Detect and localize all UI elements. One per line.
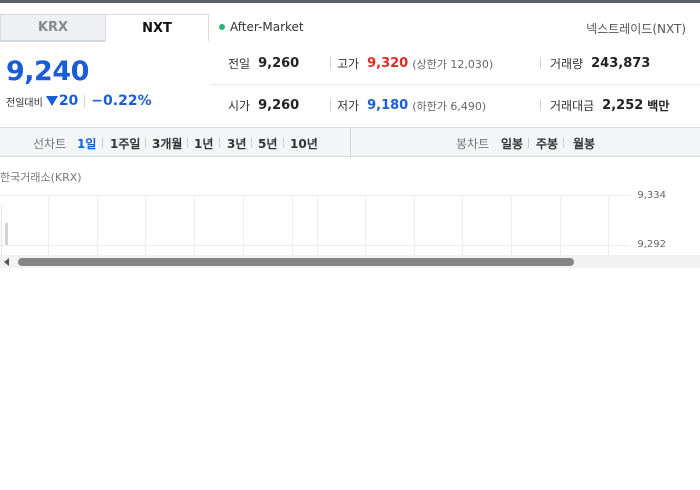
candle-weekly-button[interactable]: 주봉 (536, 135, 558, 152)
stat-label: 고가 (337, 57, 360, 71)
grid-line (0, 195, 630, 196)
stat-value: 243,873 (591, 56, 651, 71)
stat-sub: (하한가 6,490) (412, 99, 487, 113)
line-chart-label: 선차트 (33, 137, 67, 151)
divider (540, 57, 541, 69)
stat-label: 전일 (228, 57, 251, 71)
session-status: After-Market (219, 20, 304, 34)
session-dot-icon (219, 24, 225, 30)
stat-label: 거래대금 (550, 99, 595, 113)
stat-label: 저가 (337, 99, 360, 113)
stat-volume: 거래량 243,873 (550, 55, 650, 72)
grid-line (365, 195, 366, 255)
stat-value: 9,260 (258, 98, 300, 113)
grid-line (414, 195, 415, 255)
stat-value: 9,260 (258, 56, 300, 71)
change-percent: −0.22% (91, 93, 152, 109)
stat-unit: 백만 (647, 99, 670, 113)
divider (145, 138, 146, 148)
stats-divider (211, 84, 700, 85)
divider (102, 138, 103, 148)
current-price: 9,240 (6, 56, 89, 87)
grid-line (243, 195, 244, 255)
candle-chart-label: 봉차트 (456, 137, 490, 151)
y-tick-label: 9,292 (637, 239, 666, 250)
tab-divider (0, 41, 105, 42)
grid-line (292, 195, 293, 255)
stat-prev-close: 전일 9,260 (228, 55, 299, 72)
divider (528, 138, 529, 148)
chart-title: 한국거래소(KRX) (0, 171, 82, 184)
tab-nxt[interactable]: NXT (105, 14, 209, 41)
top-border (0, 0, 700, 3)
divider (283, 138, 284, 148)
period-5y-button[interactable]: 5년 (258, 135, 277, 152)
session-label: After-Market (230, 20, 304, 34)
change-label: 전일대비 (6, 97, 43, 109)
divider (563, 138, 564, 148)
stat-label: 시가 (228, 99, 251, 113)
divider (251, 138, 252, 148)
grid-line (608, 195, 609, 255)
candle-daily-button[interactable]: 일봉 (501, 135, 523, 152)
period-3y-button[interactable]: 3년 (227, 135, 246, 152)
stat-high: 고가 9,320 (상한가 12,030) (337, 55, 493, 72)
grid-line (560, 195, 561, 255)
divider (540, 99, 541, 111)
change-value: 20 (58, 93, 79, 109)
change-separator (84, 95, 86, 107)
stat-value: 9,320 (367, 56, 409, 71)
stat-value: 2,252 (602, 98, 644, 113)
period-1d-button[interactable]: 1일 (77, 135, 96, 152)
chart-left-axis (1, 205, 2, 255)
divider (330, 57, 331, 69)
toolbar-divider (350, 128, 351, 157)
exchange-name: 넥스트레이드(NXT) (586, 22, 686, 36)
chart-scrollbar[interactable] (0, 255, 700, 268)
stat-value: 9,180 (367, 98, 409, 113)
stat-open: 시가 9,260 (228, 97, 299, 114)
stat-amount: 거래대금 2,252 백만 (550, 97, 669, 114)
period-3m-button[interactable]: 3개월 (152, 135, 182, 152)
y-tick-label: 9,334 (637, 190, 666, 201)
grid-line (97, 195, 98, 255)
grid-line (194, 195, 195, 255)
tab-krx[interactable]: KRX (0, 14, 105, 41)
scroll-thumb[interactable] (18, 258, 574, 266)
grid-line (48, 195, 49, 255)
scroll-left-icon[interactable] (4, 258, 9, 266)
grid-line (0, 245, 630, 246)
period-1w-button[interactable]: 1주일 (110, 135, 140, 152)
period-10y-button[interactable]: 10년 (290, 135, 318, 152)
divider (187, 138, 188, 148)
price-candle (5, 223, 8, 245)
divider (219, 138, 220, 148)
stat-sub: (상한가 12,030) (412, 57, 494, 71)
price-change: 전일대비 20 −0.22% (6, 93, 152, 109)
period-1y-button[interactable]: 1년 (194, 135, 213, 152)
price-chart[interactable]: 9,334 9,292 (0, 190, 700, 255)
chart-toolbar: 선차트 1일 1주일 3개월 1년 3년 5년 10년 봉차트 일봉 주봉 월봉 (0, 127, 700, 157)
stat-low: 저가 9,180 (하한가 6,490) (337, 97, 486, 114)
grid-line (462, 195, 463, 255)
divider (330, 99, 331, 111)
grid-line (511, 195, 512, 255)
grid-line (317, 195, 318, 255)
grid-line (145, 195, 146, 255)
arrow-down-icon (45, 96, 58, 106)
stat-label: 거래량 (550, 57, 584, 71)
candle-monthly-button[interactable]: 월봉 (573, 135, 595, 152)
